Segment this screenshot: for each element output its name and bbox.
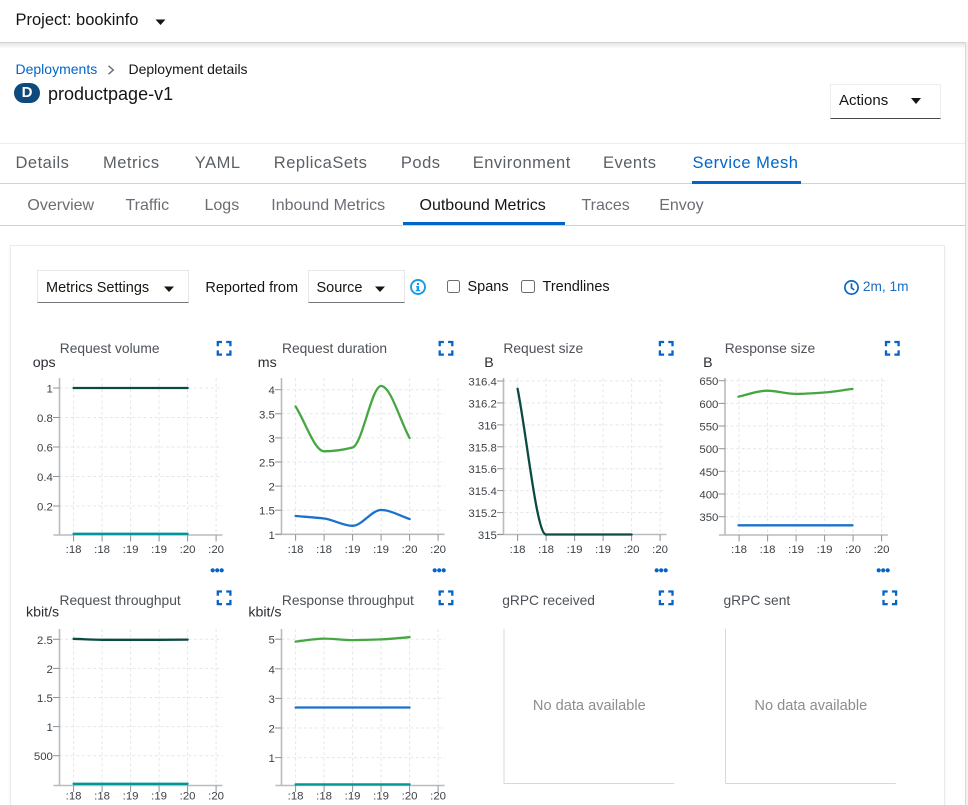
svg-text:315.6: 315.6 [468,464,497,476]
svg-text::19: :19 [595,544,611,556]
svg-text::18: :18 [66,790,82,802]
svg-text::19: :19 [345,790,361,802]
svg-text::20: :20 [180,790,196,802]
svg-text::18: :18 [510,544,526,556]
svg-text::20: :20 [402,790,418,802]
svg-text::18: :18 [760,544,776,556]
svg-text::19: :19 [151,790,167,802]
svg-text::18: :18 [94,544,110,556]
svg-text::19: :19 [567,544,583,556]
svg-text:kbit/s: kbit/s [248,604,281,620]
svg-text:316.4: 316.4 [468,377,497,389]
svg-text:3.5: 3.5 [259,409,275,421]
svg-text:ms: ms [258,355,277,371]
svg-text::19: :19 [373,544,389,556]
svg-text:kbit/s: kbit/s [26,604,59,620]
svg-text::20: :20 [624,544,640,556]
svg-text:2: 2 [47,664,53,676]
svg-text::20: :20 [402,544,418,556]
svg-text::18: :18 [288,544,304,556]
svg-text:gRPC received: gRPC received [502,593,595,608]
svg-text:315.4: 315.4 [468,486,497,498]
svg-text:2.5: 2.5 [37,635,53,647]
svg-text::20: :20 [180,544,196,556]
svg-text::20: :20 [874,544,890,556]
svg-text:5: 5 [269,635,275,647]
svg-text::20: :20 [208,790,224,802]
svg-text:No data available: No data available [754,698,867,714]
svg-text::18: :18 [94,790,110,802]
svg-text::19: :19 [123,544,139,556]
svg-text:0.4: 0.4 [37,472,53,484]
svg-text:315: 315 [478,530,497,542]
svg-text:0.6: 0.6 [37,443,53,455]
svg-text::20: :20 [652,544,668,556]
svg-text:1.5: 1.5 [259,506,275,518]
svg-text:350: 350 [699,512,718,524]
svg-text:4: 4 [269,664,275,676]
svg-text::20: :20 [430,544,446,556]
svg-text:2.5: 2.5 [259,458,275,470]
svg-text:Request size: Request size [503,341,583,356]
svg-text:Request volume: Request volume [60,341,160,356]
svg-text:315.8: 315.8 [468,442,497,454]
svg-text:316: 316 [478,420,497,432]
svg-text:1: 1 [47,384,53,396]
svg-text:1.5: 1.5 [37,693,53,705]
svg-text::19: :19 [151,544,167,556]
svg-text::20: :20 [208,544,224,556]
svg-text::18: :18 [538,544,554,556]
svg-text:3: 3 [269,433,275,445]
svg-text:2: 2 [269,482,275,494]
svg-text:0.2: 0.2 [37,502,53,514]
svg-text:316.2: 316.2 [468,398,497,410]
svg-text::20: :20 [845,544,861,556]
svg-text::19: :19 [788,544,804,556]
svg-text::19: :19 [817,544,833,556]
svg-text:550: 550 [699,422,718,434]
svg-text:650: 650 [699,376,718,388]
svg-text::20: :20 [430,790,446,802]
svg-text::18: :18 [731,544,747,556]
svg-text:500: 500 [34,751,53,763]
svg-text:450: 450 [699,467,718,479]
svg-text:4: 4 [269,385,275,397]
svg-text:400: 400 [699,490,718,502]
svg-text:Response throughput: Response throughput [282,593,414,608]
svg-text:1: 1 [269,753,275,765]
svg-text::18: :18 [316,544,332,556]
svg-text::19: :19 [345,544,361,556]
svg-text:Request duration: Request duration [282,341,387,356]
svg-text:No data available: No data available [533,698,646,714]
svg-text:gRPC sent: gRPC sent [724,593,791,608]
svg-text::18: :18 [288,790,304,802]
svg-text::19: :19 [123,790,139,802]
svg-text:1: 1 [269,530,275,542]
svg-text:500: 500 [699,444,718,456]
svg-text:B: B [703,355,712,371]
svg-text:600: 600 [699,399,718,411]
svg-text:ops: ops [33,355,56,371]
svg-text::18: :18 [316,790,332,802]
svg-text:Response size: Response size [725,341,816,356]
svg-text:0.8: 0.8 [37,413,53,425]
svg-text:B: B [484,355,493,371]
svg-text:315.2: 315.2 [468,508,497,520]
svg-text:1: 1 [47,722,53,734]
svg-text::19: :19 [373,790,389,802]
svg-text:3: 3 [269,694,275,706]
svg-text:2: 2 [269,724,275,736]
svg-text:Request throughput: Request throughput [60,593,181,608]
svg-text::18: :18 [66,544,82,556]
